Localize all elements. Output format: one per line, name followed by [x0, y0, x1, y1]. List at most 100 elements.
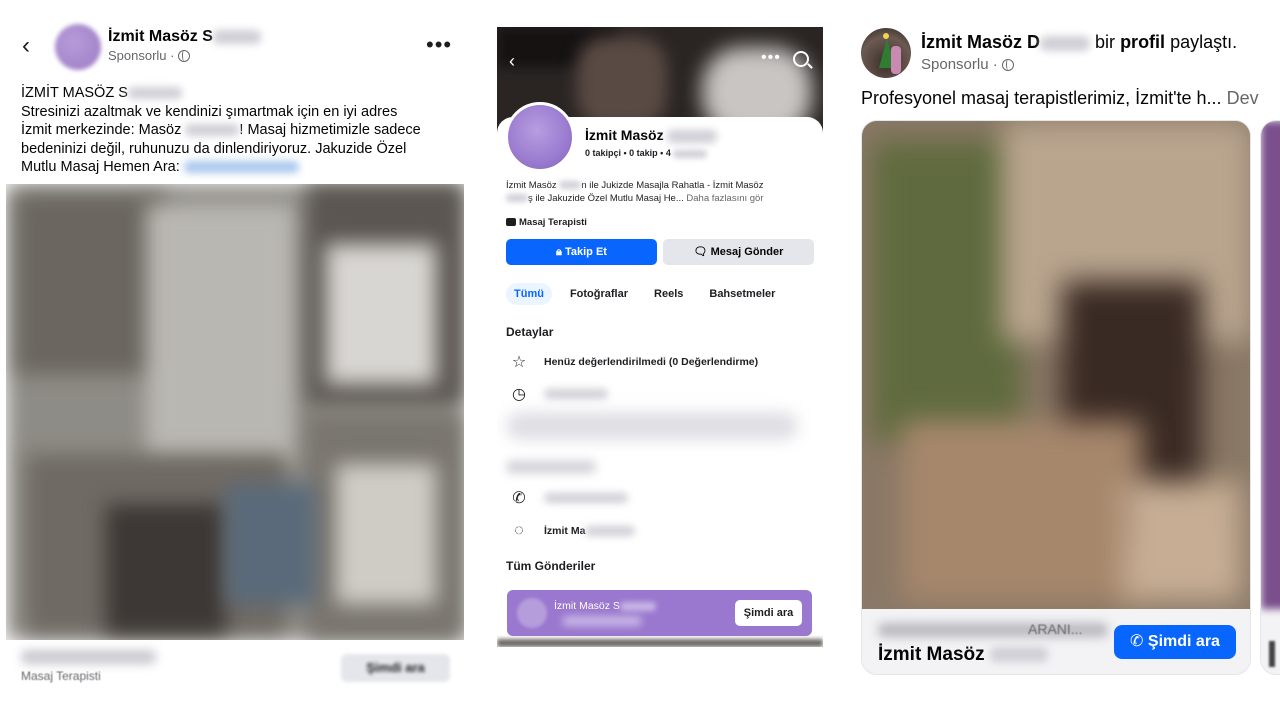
redacted-text: [667, 129, 718, 143]
back-icon[interactable]: ‹: [509, 51, 515, 72]
tab-reels[interactable]: Reels: [646, 283, 691, 305]
phone-row[interactable]: ✆: [510, 488, 628, 508]
redacted-text: [507, 413, 797, 439]
tab-photos[interactable]: Fotoğraflar: [562, 283, 636, 305]
more-options-icon[interactable]: •••: [426, 32, 452, 58]
title-text: bir: [1095, 32, 1116, 52]
call-now-button[interactable]: Şimdi ara: [341, 654, 450, 682]
rating-row[interactable]: ☆ Henüz değerlendirilmedi (0 Değerlendir…: [510, 352, 758, 372]
avatar[interactable]: [55, 24, 101, 70]
search-icon[interactable]: [793, 51, 809, 67]
caption-text: Profesyonel masaj terapistlerimiz, İzmit…: [861, 88, 1222, 108]
redacted-text: [559, 181, 582, 190]
call-now-button[interactable]: Şimdi ara: [735, 600, 802, 626]
post-thumbnail-strip[interactable]: [497, 639, 823, 647]
profile-card-image-blurred[interactable]: [862, 121, 1250, 609]
card-name-text: İzmit Masöz: [878, 644, 985, 665]
shared-profile-post-panel: İzmit Masöz D bir profil paylaştı. Spons…: [855, 0, 1280, 720]
call-now-button[interactable]: ✆ Şimdi ara: [1114, 625, 1236, 659]
caption-line: bedeninizi değil, ruhunuzu da dinlendiri…: [21, 140, 407, 157]
redacted-text: [544, 389, 608, 399]
redacted-text: [212, 29, 261, 44]
profile-avatar[interactable]: [505, 102, 575, 172]
follow-button[interactable]: 🔒︎ Takip Et: [506, 239, 657, 265]
star-icon: ☆: [511, 354, 527, 371]
message-button[interactable]: 🗨︎ Mesaj Gönder: [663, 239, 814, 265]
profile-bio: İzmit Masöz n ile Jukizde Masajla Rahatl…: [506, 179, 818, 205]
redacted-text: [673, 149, 708, 158]
redacted-text: [127, 87, 182, 100]
cover-shape: [577, 37, 667, 127]
redacted-phone-link[interactable]: [183, 161, 299, 174]
see-more-link[interactable]: Daha fazlasını gör: [686, 193, 763, 204]
title-text: paylaştı.: [1170, 32, 1238, 52]
page-name[interactable]: İzmit Masöz D: [921, 32, 1040, 52]
card-name: İzmit Masöz: [878, 644, 1048, 666]
redacted-text: [1269, 641, 1275, 667]
messenger-name-text: İzmit Ma: [544, 525, 586, 537]
bio-text: n ile Jukizde Masajla Rahatla - İzmit Ma…: [581, 180, 764, 191]
sponsored-post-panel: ‹ İzmit Masöz S Sponsorlu · ••• İZMİT MA…: [0, 0, 470, 720]
redacted-text: [989, 647, 1048, 663]
redacted-text: [185, 124, 240, 137]
redacted-text: [506, 194, 528, 203]
post-media-blurred[interactable]: [6, 184, 464, 640]
post-caption: Profesyonel masaj terapistlerimiz, İzmit…: [861, 88, 1259, 109]
caption-line: Mutlu Masaj Hemen Ara:: [21, 158, 461, 177]
redacted-text: [562, 616, 642, 626]
tab-mentions[interactable]: Bahsetmeler: [701, 283, 783, 305]
follow-button-label: Takip Et: [564, 246, 607, 258]
redacted-phone: [544, 493, 628, 503]
globe-icon: [178, 50, 191, 62]
sponsored-label: Sponsorlu ·: [108, 48, 191, 63]
phone-icon: ✆: [512, 490, 526, 507]
post-title: İzmit Masöz D bir profil paylaştı.: [921, 32, 1237, 53]
profile-panel: ‹ ••• İzmit Masöz 0 takipçi • 0 takip • …: [497, 27, 823, 647]
caption-text: İZMİT MASÖZ S: [21, 85, 128, 101]
sponsored-text: Sponsorlu ·: [921, 56, 998, 73]
callbar-name-text: İzmit Masöz S: [554, 600, 620, 612]
profile-tabs: Tümü Fotoğraflar Reels Bahsetmeler: [506, 281, 783, 307]
bio-text: ş ile Jakuzide Özel Mutlu Masaj He...: [528, 193, 684, 204]
messenger-row[interactable]: ◌ İzmit Ma: [510, 521, 636, 541]
caption-line: Stresinizi azaltmak ve kendinizi şımartm…: [21, 103, 398, 120]
messenger-name: İzmit Ma: [544, 525, 636, 537]
globe-icon: [1001, 59, 1014, 71]
avatar[interactable]: [861, 28, 911, 78]
next-profile-card[interactable]: [1260, 120, 1280, 675]
see-more-link[interactable]: Dev: [1227, 88, 1259, 108]
profile-name-text: İzmit Masöz: [585, 127, 664, 143]
rating-text: Henüz değerlendirilmedi (0 Değerlendirme…: [544, 356, 759, 368]
redacted-text: [619, 601, 656, 611]
post-caption: İZMİT MASÖZ S Stresinizi azaltmak ve ken…: [21, 84, 461, 177]
star-icon: [883, 33, 889, 39]
redacted-text: [21, 650, 156, 664]
profile-link[interactable]: profil: [1120, 32, 1165, 52]
sponsored-label: Sponsorlu ·: [921, 56, 1014, 73]
page-name[interactable]: İzmit Masöz S: [108, 28, 261, 46]
clock-icon: ◷: [512, 386, 526, 403]
caption-text: İzmit merkezinde: Masöz: [21, 122, 186, 138]
back-icon[interactable]: ‹: [22, 34, 44, 58]
category-line: Masaj Terapisti: [506, 217, 587, 228]
hours-row[interactable]: ◷: [510, 384, 608, 404]
bio-text: İzmit Masöz: [506, 180, 560, 191]
profile-stats[interactable]: 0 takipçi • 0 takip • 4: [585, 148, 708, 158]
page-name-text: İzmit Masöz S: [108, 28, 213, 45]
profile-name: İzmit Masöz: [585, 127, 718, 143]
call-now-label: Şimdi ara: [1147, 633, 1220, 650]
redacted-heading: [506, 461, 596, 473]
call-bar: İzmit Masöz S Şimdi ara: [507, 590, 812, 636]
next-card-image: [1261, 121, 1280, 609]
profile-card[interactable]: ARANI... İzmit Masöz ✆ Şimdi ara: [861, 120, 1251, 675]
caption-line: İzmit merkezinde: Masöz ! Masaj hizmetim…: [21, 121, 461, 140]
caption-line: İZMİT MASÖZ S: [21, 84, 461, 103]
briefcase-icon: [506, 218, 516, 226]
details-heading: Detaylar: [506, 325, 554, 339]
more-options-icon[interactable]: •••: [761, 49, 781, 67]
category-label: Masaj Terapisti: [21, 669, 101, 683]
redacted-text: [585, 526, 636, 537]
tab-all[interactable]: Tümü: [506, 283, 552, 305]
profile-stats-text: 0 takipçi • 0 takip • 4: [585, 148, 671, 158]
callbar-name: İzmit Masöz S: [554, 600, 656, 612]
